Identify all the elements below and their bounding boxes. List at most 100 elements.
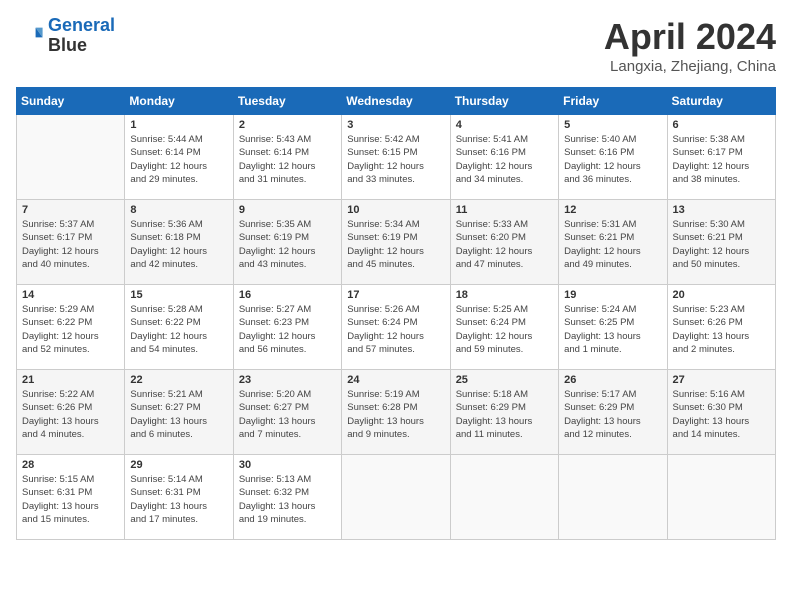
calendar-cell: 13 Sunrise: 5:30 AM Sunset: 6:21 PM Dayli… xyxy=(667,200,775,285)
calendar-cell: 3 Sunrise: 5:42 AM Sunset: 6:15 PM Daylig… xyxy=(342,115,450,200)
logo-text: General Blue xyxy=(48,16,115,56)
calendar-table: SundayMondayTuesdayWednesdayThursdayFrid… xyxy=(16,87,776,540)
weekday-header-tuesday: Tuesday xyxy=(233,88,341,115)
day-info: Sunrise: 5:29 AM Sunset: 6:22 PM Dayligh… xyxy=(22,303,119,356)
day-number: 29 xyxy=(130,459,227,471)
week-row-2: 7 Sunrise: 5:37 AM Sunset: 6:17 PM Daylig… xyxy=(17,200,776,285)
day-number: 24 xyxy=(347,374,444,386)
day-info: Sunrise: 5:13 AM Sunset: 6:32 PM Dayligh… xyxy=(239,473,336,526)
day-info: Sunrise: 5:30 AM Sunset: 6:21 PM Dayligh… xyxy=(673,218,770,271)
calendar-cell xyxy=(17,115,125,200)
day-info: Sunrise: 5:19 AM Sunset: 6:28 PM Dayligh… xyxy=(347,388,444,441)
logo-icon xyxy=(16,22,44,50)
day-info: Sunrise: 5:25 AM Sunset: 6:24 PM Dayligh… xyxy=(456,303,553,356)
calendar-cell: 6 Sunrise: 5:38 AM Sunset: 6:17 PM Daylig… xyxy=(667,115,775,200)
calendar-cell: 4Sunrise: 5:41 AM Sunset: 6:16 PM Daylig… xyxy=(450,115,558,200)
day-number: 22 xyxy=(130,374,227,386)
calendar-cell: 30 Sunrise: 5:13 AM Sunset: 6:32 PM Dayli… xyxy=(233,455,341,540)
day-number: 12 xyxy=(564,204,661,216)
weekday-header-saturday: Saturday xyxy=(667,88,775,115)
calendar-cell: 28 Sunrise: 5:15 AM Sunset: 6:31 PM Dayli… xyxy=(17,455,125,540)
calendar-cell: 21Sunrise: 5:22 AM Sunset: 6:26 PM Dayli… xyxy=(17,370,125,455)
weekday-header-wednesday: Wednesday xyxy=(342,88,450,115)
day-info: Sunrise: 5:33 AM Sunset: 6:20 PM Dayligh… xyxy=(456,218,553,271)
day-info: Sunrise: 5:26 AM Sunset: 6:24 PM Dayligh… xyxy=(347,303,444,356)
day-number: 30 xyxy=(239,459,336,471)
day-info: Sunrise: 5:43 AM Sunset: 6:14 PM Dayligh… xyxy=(239,133,336,186)
calendar-cell: 22 Sunrise: 5:21 AM Sunset: 6:27 PM Dayli… xyxy=(125,370,233,455)
day-info: Sunrise: 5:44 AM Sunset: 6:14 PM Dayligh… xyxy=(130,133,227,186)
calendar-cell xyxy=(559,455,667,540)
day-info: Sunrise: 5:14 AM Sunset: 6:31 PM Dayligh… xyxy=(130,473,227,526)
day-number: 16 xyxy=(239,289,336,301)
calendar-cell: 12 Sunrise: 5:31 AM Sunset: 6:21 PM Dayli… xyxy=(559,200,667,285)
day-number: 5 xyxy=(564,119,661,131)
day-number: 14 xyxy=(22,289,119,301)
day-info: Sunrise: 5:20 AM Sunset: 6:27 PM Dayligh… xyxy=(239,388,336,441)
day-info: Sunrise: 5:27 AM Sunset: 6:23 PM Dayligh… xyxy=(239,303,336,356)
day-number: 10 xyxy=(347,204,444,216)
day-info: Sunrise: 5:21 AM Sunset: 6:27 PM Dayligh… xyxy=(130,388,227,441)
day-info: Sunrise: 5:16 AM Sunset: 6:30 PM Dayligh… xyxy=(673,388,770,441)
day-info: Sunrise: 5:31 AM Sunset: 6:21 PM Dayligh… xyxy=(564,218,661,271)
calendar-cell: 19Sunrise: 5:24 AM Sunset: 6:25 PM Dayli… xyxy=(559,285,667,370)
day-info: Sunrise: 5:34 AM Sunset: 6:19 PM Dayligh… xyxy=(347,218,444,271)
location: Langxia, Zhejiang, China xyxy=(604,58,776,75)
calendar-cell xyxy=(450,455,558,540)
calendar-cell: 27Sunrise: 5:16 AM Sunset: 6:30 PM Dayli… xyxy=(667,370,775,455)
day-number: 15 xyxy=(130,289,227,301)
weekday-header-friday: Friday xyxy=(559,88,667,115)
header: General Blue April 2024 Langxia, Zhejian… xyxy=(16,16,776,75)
calendar-cell: 7 Sunrise: 5:37 AM Sunset: 6:17 PM Daylig… xyxy=(17,200,125,285)
day-info: Sunrise: 5:35 AM Sunset: 6:19 PM Dayligh… xyxy=(239,218,336,271)
day-info: Sunrise: 5:38 AM Sunset: 6:17 PM Dayligh… xyxy=(673,133,770,186)
calendar-cell: 17Sunrise: 5:26 AM Sunset: 6:24 PM Dayli… xyxy=(342,285,450,370)
day-number: 4 xyxy=(456,119,553,131)
calendar-cell: 16 Sunrise: 5:27 AM Sunset: 6:23 PM Dayli… xyxy=(233,285,341,370)
day-number: 26 xyxy=(564,374,661,386)
day-number: 8 xyxy=(130,204,227,216)
day-info: Sunrise: 5:36 AM Sunset: 6:18 PM Dayligh… xyxy=(130,218,227,271)
calendar-cell: 1 Sunrise: 5:44 AM Sunset: 6:14 PM Daylig… xyxy=(125,115,233,200)
day-number: 23 xyxy=(239,374,336,386)
calendar-cell: 11 Sunrise: 5:33 AM Sunset: 6:20 PM Dayli… xyxy=(450,200,558,285)
week-row-5: 28 Sunrise: 5:15 AM Sunset: 6:31 PM Dayli… xyxy=(17,455,776,540)
calendar-cell: 24 Sunrise: 5:19 AM Sunset: 6:28 PM Dayli… xyxy=(342,370,450,455)
day-info: Sunrise: 5:42 AM Sunset: 6:15 PM Dayligh… xyxy=(347,133,444,186)
logo: General Blue xyxy=(16,16,115,56)
day-number: 18 xyxy=(456,289,553,301)
calendar-cell: 8 Sunrise: 5:36 AM Sunset: 6:18 PM Daylig… xyxy=(125,200,233,285)
day-number: 2 xyxy=(239,119,336,131)
day-info: Sunrise: 5:37 AM Sunset: 6:17 PM Dayligh… xyxy=(22,218,119,271)
day-info: Sunrise: 5:28 AM Sunset: 6:22 PM Dayligh… xyxy=(130,303,227,356)
calendar-cell: 20 Sunrise: 5:23 AM Sunset: 6:26 PM Dayli… xyxy=(667,285,775,370)
day-number: 9 xyxy=(239,204,336,216)
calendar-cell: 9 Sunrise: 5:35 AM Sunset: 6:19 PM Daylig… xyxy=(233,200,341,285)
day-number: 3 xyxy=(347,119,444,131)
day-number: 20 xyxy=(673,289,770,301)
day-number: 7 xyxy=(22,204,119,216)
weekday-header-monday: Monday xyxy=(125,88,233,115)
calendar-cell: 25Sunrise: 5:18 AM Sunset: 6:29 PM Dayli… xyxy=(450,370,558,455)
week-row-1: 1 Sunrise: 5:44 AM Sunset: 6:14 PM Daylig… xyxy=(17,115,776,200)
logo-line1: General xyxy=(48,15,115,35)
day-number: 11 xyxy=(456,204,553,216)
weekday-header-row: SundayMondayTuesdayWednesdayThursdayFrid… xyxy=(17,88,776,115)
calendar-cell: 5 Sunrise: 5:40 AM Sunset: 6:16 PM Daylig… xyxy=(559,115,667,200)
day-info: Sunrise: 5:23 AM Sunset: 6:26 PM Dayligh… xyxy=(673,303,770,356)
weekday-header-sunday: Sunday xyxy=(17,88,125,115)
day-info: Sunrise: 5:22 AM Sunset: 6:26 PM Dayligh… xyxy=(22,388,119,441)
calendar-cell: 14 Sunrise: 5:29 AM Sunset: 6:22 PM Dayli… xyxy=(17,285,125,370)
day-number: 6 xyxy=(673,119,770,131)
day-number: 13 xyxy=(673,204,770,216)
day-info: Sunrise: 5:18 AM Sunset: 6:29 PM Dayligh… xyxy=(456,388,553,441)
day-number: 1 xyxy=(130,119,227,131)
week-row-4: 21Sunrise: 5:22 AM Sunset: 6:26 PM Dayli… xyxy=(17,370,776,455)
day-info: Sunrise: 5:15 AM Sunset: 6:31 PM Dayligh… xyxy=(22,473,119,526)
day-info: Sunrise: 5:17 AM Sunset: 6:29 PM Dayligh… xyxy=(564,388,661,441)
day-info: Sunrise: 5:40 AM Sunset: 6:16 PM Dayligh… xyxy=(564,133,661,186)
month-year: April 2024 xyxy=(604,16,776,58)
calendar-cell: 15 Sunrise: 5:28 AM Sunset: 6:22 PM Dayli… xyxy=(125,285,233,370)
day-number: 19 xyxy=(564,289,661,301)
day-number: 28 xyxy=(22,459,119,471)
